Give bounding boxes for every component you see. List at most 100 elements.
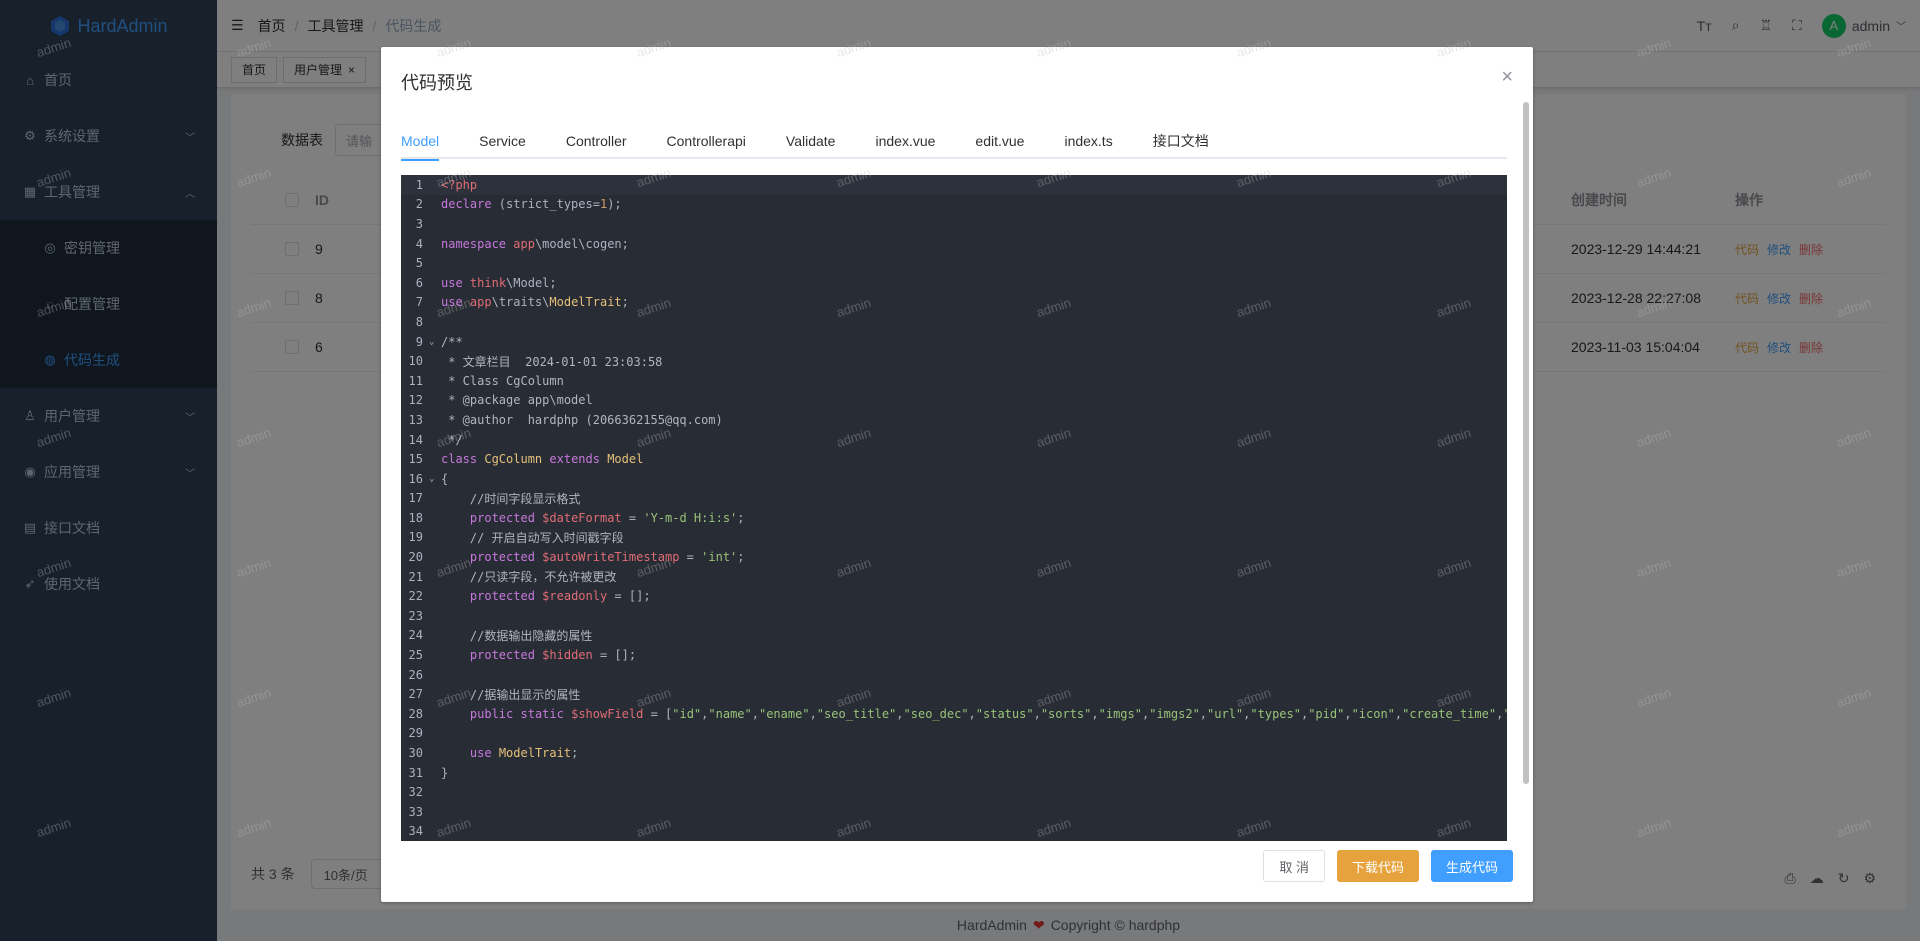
tab-service[interactable]: Service <box>479 123 526 159</box>
line-number: 29 <box>408 726 423 741</box>
code-line: 2 declare (strict_types=1); <box>401 195 1507 215</box>
code-line: 7 use app\traits\ModelTrait; <box>401 293 1507 313</box>
code-text: protected $hidden = []; <box>469 648 637 663</box>
close-icon[interactable]: × <box>1501 67 1513 87</box>
code-line: 27 //据输出显示的属性 <box>401 684 1507 704</box>
line-number: 4 <box>415 236 423 251</box>
code-text: declare (strict_types=1); <box>441 197 622 212</box>
code-text: public static $showField = ["id","name",… <box>469 706 1507 721</box>
line-number: 19 <box>408 530 423 545</box>
code-line: 3 <box>401 214 1507 234</box>
code-text: protected $dateFormat = 'Y-m-d H:i:s'; <box>469 510 745 525</box>
line-number: 15 <box>408 452 423 467</box>
code-line: 24 //数据输出隐藏的属性 <box>401 626 1507 646</box>
code-line: 34 <box>401 822 1507 841</box>
line-number: 17 <box>408 491 423 506</box>
tab-validate[interactable]: Validate <box>786 123 836 159</box>
code-line: 33 <box>401 802 1507 822</box>
code-line: 12 * @package app\model <box>401 391 1507 411</box>
code-text: * Class CgColumn <box>441 373 564 388</box>
code-text: //数据输出隐藏的属性 <box>441 628 593 643</box>
fold-icon[interactable]: ⌄ <box>429 337 441 347</box>
line-number: 14 <box>408 432 423 447</box>
code-line: 10 * 文章栏目 2024-01-01 23:03:58 <box>401 351 1507 371</box>
line-number: 12 <box>408 393 423 408</box>
code-text: //时间字段显示格式 <box>441 491 581 506</box>
code-text: // 开启自动写入时间戳字段 <box>441 530 624 545</box>
line-number: 16 <box>408 471 423 486</box>
code-preview-dialog: 代码预览 × Model Service Controller Controll… <box>381 47 1533 902</box>
line-number: 34 <box>408 824 423 839</box>
line-number: 5 <box>415 256 423 271</box>
code-line: 26 <box>401 665 1507 685</box>
cancel-button[interactable]: 取 消 <box>1263 850 1325 882</box>
line-number: 18 <box>408 510 423 525</box>
code-text: //据输出显示的属性 <box>441 687 581 702</box>
line-number: 11 <box>408 373 423 388</box>
line-number: 9 <box>415 334 423 349</box>
line-number: 8 <box>415 314 423 329</box>
dialog-footer: 取 消 下载代码 生成代码 <box>1263 850 1513 882</box>
tab-api-docs[interactable]: 接口文档 <box>1153 123 1209 159</box>
code-line: 5 <box>401 253 1507 273</box>
code-line: 13 * @author hardphp (2066362155@qq.com) <box>401 410 1507 430</box>
line-number: 33 <box>408 804 423 819</box>
code-text: <?php <box>441 177 478 192</box>
line-number: 26 <box>408 667 423 682</box>
code-line: 18 protected $dateFormat = 'Y-m-d H:i:s'… <box>401 508 1507 528</box>
dialog-title: 代码预览 <box>401 73 473 93</box>
dialog-scrollbar[interactable] <box>1523 102 1529 784</box>
code-line: 16 ⌄{ <box>401 469 1507 489</box>
line-number: 3 <box>415 216 423 231</box>
tab-edit-vue[interactable]: edit.vue <box>975 123 1024 159</box>
code-tabs: Model Service Controller Controllerapi V… <box>401 123 1507 161</box>
code-line: 31} <box>401 763 1507 783</box>
line-number: 31 <box>408 765 423 780</box>
line-number: 1 <box>415 177 423 192</box>
line-number: 24 <box>408 628 423 643</box>
code-text: */ <box>441 432 463 447</box>
code-line: 28 public static $showField = ["id","nam… <box>401 704 1507 724</box>
code-text: use ModelTrait; <box>469 746 579 761</box>
code-line: 30 use ModelTrait; <box>401 743 1507 763</box>
code-text: protected $autoWriteTimestamp = 'int'; <box>469 550 745 565</box>
tab-index-vue[interactable]: index.vue <box>875 123 935 159</box>
code-line: 19 // 开启自动写入时间戳字段 <box>401 528 1507 548</box>
code-line: 8 <box>401 312 1507 332</box>
code-text: use think\Model; <box>441 275 557 290</box>
code-text: class CgColumn extends Model <box>441 452 644 467</box>
tab-controllerapi[interactable]: Controllerapi <box>667 123 746 159</box>
code-line: 21 //只读字段，不允许被更改 <box>401 567 1507 587</box>
code-line: 23 <box>401 606 1507 626</box>
tab-index-ts[interactable]: index.ts <box>1064 123 1112 159</box>
line-number: 13 <box>408 412 423 427</box>
code-line: 22 protected $readonly = []; <box>401 586 1507 606</box>
generate-code-button[interactable]: 生成代码 <box>1430 850 1513 882</box>
line-number: 7 <box>415 295 423 310</box>
download-code-button[interactable]: 下载代码 <box>1336 850 1419 882</box>
code-editor[interactable]: 1 <?php 2 declare (strict_types=1); 3 4 namesp… <box>401 175 1507 841</box>
fold-icon[interactable]: ⌄ <box>429 474 441 484</box>
code-line: 25 protected $hidden = []; <box>401 645 1507 665</box>
code-line: 4 namespace app\model\cogen; <box>401 234 1507 254</box>
code-text: } <box>441 765 449 780</box>
code-text: //只读字段，不允许被更改 <box>441 570 617 585</box>
code-line: 1 <?php <box>401 175 1507 195</box>
line-number: 22 <box>408 589 423 604</box>
line-number: 23 <box>408 608 423 623</box>
code-line: 29 <box>401 724 1507 744</box>
code-text: * 文章栏目 2024-01-01 23:03:58 <box>441 354 663 369</box>
line-number: 20 <box>408 550 423 565</box>
code-line: 15 class CgColumn extends Model <box>401 449 1507 469</box>
code-text: { <box>441 471 449 486</box>
code-line: 20 protected $autoWriteTimestamp = 'int'… <box>401 547 1507 567</box>
code-line: 32 <box>401 782 1507 802</box>
code-text: * @author hardphp (2066362155@qq.com) <box>441 412 723 427</box>
code-text: /** <box>441 334 463 349</box>
tab-model[interactable]: Model <box>401 123 440 161</box>
code-text: namespace app\model\cogen; <box>441 236 629 251</box>
code-line: 14 */ <box>401 430 1507 450</box>
line-number: 2 <box>415 197 423 212</box>
tab-controller[interactable]: Controller <box>566 123 627 159</box>
code-line: 9 ⌄/** <box>401 332 1507 352</box>
